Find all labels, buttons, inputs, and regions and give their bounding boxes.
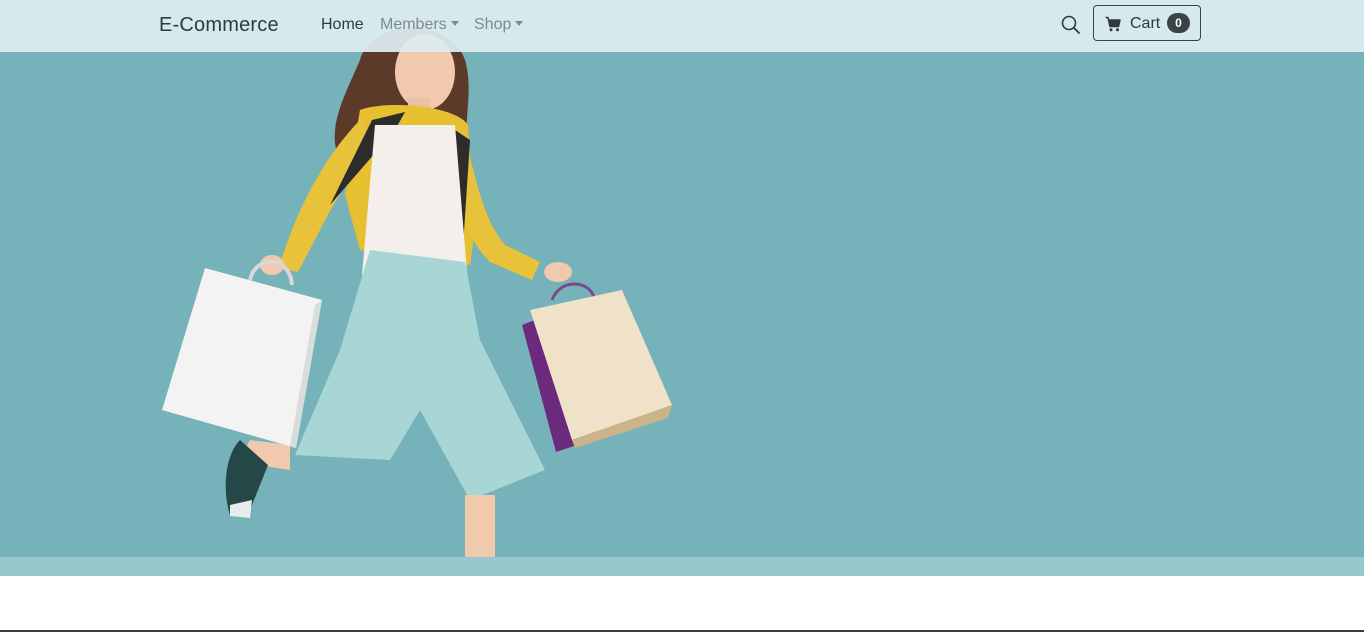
hero-bottom-strip xyxy=(0,557,1364,576)
nav-dropdown-members-label: Members xyxy=(380,16,447,33)
search-button[interactable] xyxy=(1060,14,1082,36)
nav-link-home[interactable]: Home xyxy=(321,16,364,34)
nav-dropdown-members[interactable]: Members xyxy=(380,16,459,34)
cart-count-badge: 0 xyxy=(1167,13,1190,33)
nav-dropdown-shop[interactable]: Shop xyxy=(474,16,524,34)
caret-down-icon xyxy=(450,21,459,26)
nav-dropdown-shop-label: Shop xyxy=(474,16,512,33)
caret-down-icon xyxy=(515,21,524,26)
hero-image-woman-shopping xyxy=(162,28,672,576)
hero-banner xyxy=(0,0,1364,576)
cart-button[interactable]: Cart 0 xyxy=(1093,5,1201,41)
search-icon xyxy=(1061,15,1080,34)
cart-label: Cart xyxy=(1130,15,1161,32)
brand-logo[interactable]: E-Commerce xyxy=(159,14,279,37)
nav-link-home-label: Home xyxy=(321,16,364,33)
cart-icon xyxy=(1105,16,1121,32)
top-navbar: E-Commerce Home Members Shop Cart 0 xyxy=(0,0,1364,52)
